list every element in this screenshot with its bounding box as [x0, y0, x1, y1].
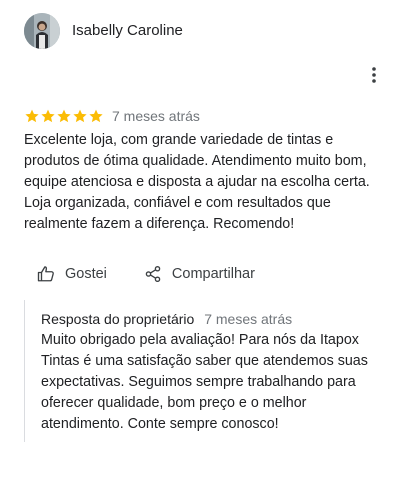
star-icon	[41, 109, 55, 123]
star-icon	[89, 109, 103, 123]
avatar[interactable]	[24, 13, 60, 49]
owner-response-date: 7 meses atrás	[204, 311, 293, 327]
share-label: Compartilhar	[171, 266, 255, 282]
share-icon	[143, 264, 163, 284]
more-options-button[interactable]	[362, 63, 386, 87]
star-rating	[24, 108, 104, 124]
owner-response-text: Muito obrigado pela avaliação! Para nós …	[41, 332, 368, 432]
star-icon	[57, 109, 71, 123]
review-card: Isabelly Caroline 7 meses atrás Excelent…	[0, 0, 408, 490]
rating-row: 7 meses atrás	[24, 107, 200, 125]
star-icon	[25, 109, 39, 123]
star-icon	[73, 109, 87, 123]
reviewer-name[interactable]: Isabelly Caroline	[72, 22, 183, 40]
owner-response-header: Resposta do proprietário 7 meses atrás	[41, 310, 292, 328]
review-text: Excelente loja, com grande variedade de …	[24, 132, 370, 232]
more-vert-icon	[372, 67, 376, 83]
review-actions: Gostei Compartilhar	[24, 259, 267, 289]
like-button[interactable]: Gostei	[24, 259, 119, 289]
share-button[interactable]: Compartilhar	[131, 259, 267, 289]
thumb-up-icon	[36, 264, 56, 284]
like-label: Gostei	[65, 266, 107, 282]
owner-response: Resposta do proprietário 7 meses atrás M…	[24, 300, 385, 442]
review-date: 7 meses atrás	[112, 108, 200, 124]
avatar-photo	[24, 13, 60, 49]
owner-response-label: Resposta do proprietário	[41, 311, 195, 327]
